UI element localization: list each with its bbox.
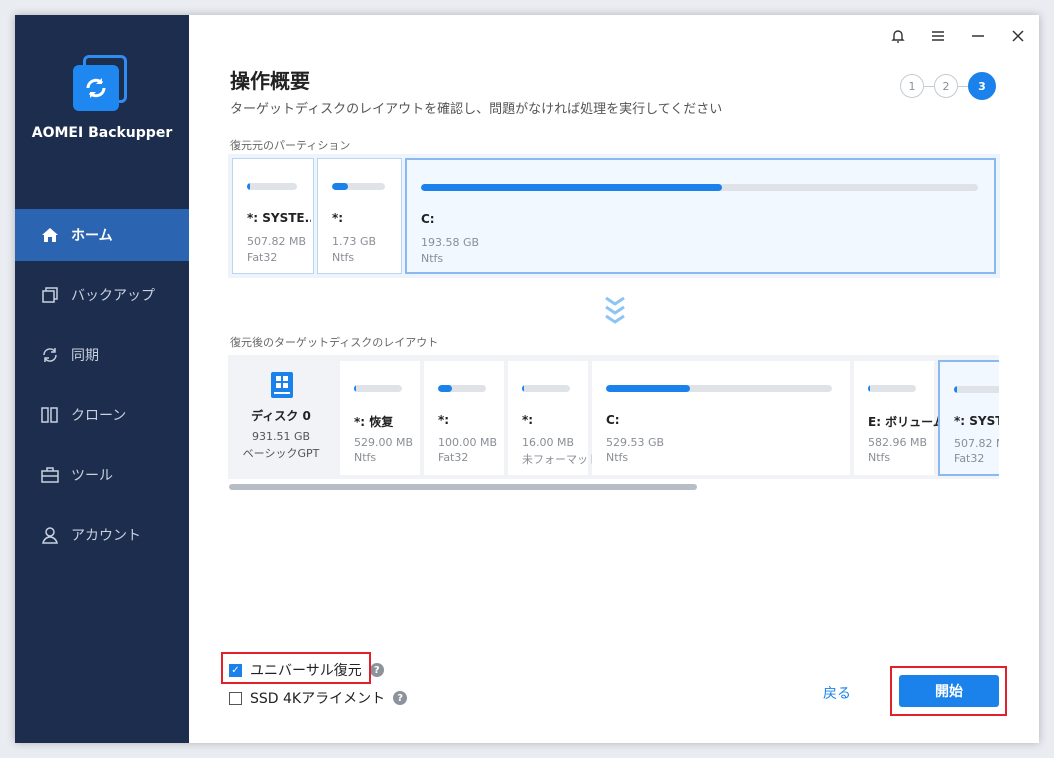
horizontal-scrollbar[interactable] [229,484,697,490]
partition-fs: Ntfs [421,252,444,265]
partition-size: 529.00 MB [354,436,414,449]
highlight-box [221,652,371,684]
partition-fs: Fat32 [954,452,985,465]
sidebar: AOMEI Backupper ホーム バックアップ 同期 クローン ツール ア… [15,15,189,743]
sync-icon [39,344,61,366]
close-icon[interactable] [1007,25,1029,47]
sidebar-item-home[interactable]: ホーム [15,209,189,261]
partition-size: 529.53 GB [606,436,665,449]
sync-logo-icon [73,65,119,111]
target-partition-card[interactable]: *: 恢复 529.00 MB Ntfs [340,361,420,475]
sidebar-item-backup[interactable]: バックアップ [15,269,189,321]
tools-icon [39,464,61,486]
double-chevron-down-icon [603,295,627,329]
sidebar-item-label: 同期 [71,348,99,364]
page-subtitle: ターゲットディスクのレイアウトを確認し、問題がなければ処理を実行してください [230,102,723,117]
sidebar-item-clone[interactable]: クローン [15,389,189,441]
step-3: 3 [968,72,996,100]
sidebar-item-label: クローン [71,408,127,424]
partition-name: E: ボリューム [868,415,945,429]
sidebar-item-tools[interactable]: ツール [15,449,189,501]
highlight-box [890,666,1007,716]
page-title: 操作概要 [230,69,310,93]
partition-name: C: [606,413,620,427]
source-label: 復元元のパーティション [230,139,351,152]
sidebar-item-account[interactable]: アカウント [15,509,189,561]
sidebar-item-label: ホーム [71,228,113,244]
partition-name: *: SYSTE [954,414,999,428]
backup-icon [39,284,61,306]
partition-name: *: [522,413,534,427]
source-partition-card[interactable]: *: SYSTE... 507.82 MB Fat32 [232,158,314,274]
menu-icon[interactable] [927,25,949,47]
source-partition-card[interactable]: C: 193.58 GB Ntfs [405,158,996,274]
step-2: 2 [934,74,958,98]
partition-name: *: 恢复 [354,415,394,429]
partition-size: 1.73 GB [332,235,377,248]
partition-size: 582.96 MB [868,436,928,449]
partition-name: *: [332,211,344,225]
ssd-align-checkbox[interactable] [229,691,242,705]
source-partitions-panel: *: SYSTE... 507.82 MB Fat32 *: 1.73 GB N… [228,154,1000,278]
target-label: 復元後のターゲットディスクのレイアウト [230,336,439,349]
sidebar-item-label: バックアップ [71,288,155,304]
app-logo [73,55,131,113]
target-partition-card[interactable]: *: 16.00 MB 未フォーマット [508,361,599,475]
partition-size: 507.82 MB [247,235,307,248]
help-icon[interactable]: ? [369,663,384,677]
partition-name: *: [438,413,450,427]
partition-fs: Ntfs [606,451,629,464]
help-icon[interactable]: ? [393,691,408,705]
partition-fs: Ntfs [354,451,377,464]
step-indicator: 1 2 3 [900,72,996,100]
partition-fs: Ntfs [868,451,891,464]
partition-size: 16.00 MB [522,436,575,449]
sidebar-item-label: アカウント [71,528,141,544]
partition-size: 193.58 GB [421,236,480,249]
partition-fs: Fat32 [438,451,469,464]
partition-size: 100.00 MB [438,436,498,449]
app-name: AOMEI Backupper [31,125,173,141]
target-partition-card[interactable]: *: SYSTE 507.82 MB Fat32 [938,360,999,476]
ssd-align-option[interactable]: SSD 4Kアライメント ? [229,688,408,708]
target-partition-card[interactable]: C: 529.53 GB Ntfs [592,361,850,475]
partition-name: C: [421,212,435,226]
partition-fs: Ntfs [332,251,355,264]
partition-fs: Fat32 [247,251,278,264]
partition-fs: 未フォーマット [522,453,599,466]
step-1: 1 [900,74,924,98]
bell-icon[interactable] [887,25,909,47]
ssd-align-label: SSD 4Kアライメント [250,691,386,707]
minimize-icon[interactable] [967,25,989,47]
target-layout-panel: ディスク 0 931.51 GB ベーシックGPT *: 恢复 529.00 M… [228,355,999,479]
sidebar-item-sync[interactable]: 同期 [15,329,189,381]
target-partition-card[interactable]: E: ボリューム 582.96 MB Ntfs [854,361,945,475]
clone-icon [39,404,61,426]
back-button[interactable]: 戻る [823,683,851,703]
partition-name: *: SYSTE... [247,211,311,225]
app-window: AOMEI Backupper ホーム バックアップ 同期 クローン ツール ア… [15,15,1039,743]
partition-size: 507.82 MB [954,437,999,450]
account-icon [39,524,61,546]
disk-info: ディスク 0 931.51 GB ベーシックGPT [228,355,336,479]
disk-size: 931.51 GB [251,430,311,443]
disk-type: ベーシックGPT [242,447,320,460]
source-partition-card[interactable]: *: 1.73 GB Ntfs [317,158,402,274]
disk-icon [269,371,295,399]
disk-name: ディスク 0 [251,409,311,423]
target-partition-card[interactable]: *: 100.00 MB Fat32 [424,361,504,475]
home-icon [39,224,61,246]
sidebar-item-label: ツール [71,468,113,484]
